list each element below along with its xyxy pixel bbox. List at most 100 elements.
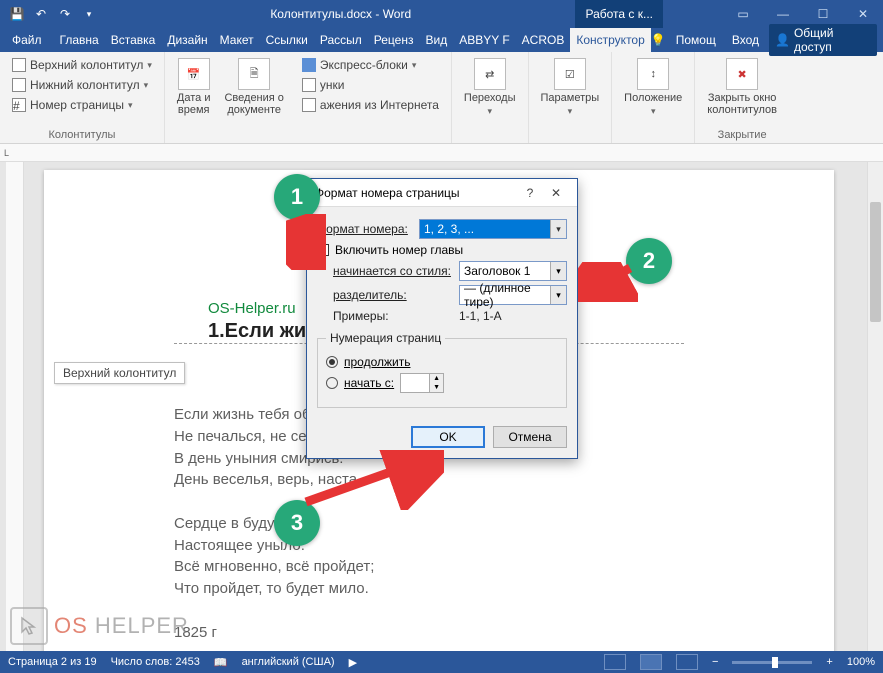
ribbon: Верхний колонтитул ▾ Нижний колонтитул ▾… xyxy=(0,52,883,144)
doc-info-button[interactable]: 🗎 Сведения о документе xyxy=(220,56,287,139)
save-icon[interactable]: 💾 xyxy=(6,3,28,25)
status-bar: Страница 2 из 19 Число слов: 2453 📖 англ… xyxy=(0,651,883,673)
undo-icon[interactable]: ↶ xyxy=(30,3,52,25)
position-button[interactable]: ↕Положение▾ xyxy=(620,56,686,139)
dialog-close-icon[interactable]: ✕ xyxy=(543,186,569,200)
print-layout-icon[interactable] xyxy=(640,654,662,670)
tab-layout[interactable]: Макет xyxy=(214,28,260,52)
online-pictures-button[interactable]: ажения из Интернета xyxy=(298,96,443,114)
examples-value: 1-1, 1-A xyxy=(459,309,502,323)
tab-abbyy[interactable]: ABBYY F xyxy=(453,28,515,52)
quick-parts-label: Экспресс-блоки xyxy=(320,58,408,72)
number-format-combo[interactable]: 1, 2, 3, ... ▾ xyxy=(419,219,567,239)
group-headers-footers: Верхний колонтитул ▾ Нижний колонтитул ▾… xyxy=(0,52,165,143)
dialog-titlebar[interactable]: Формат номера страницы ? ✕ xyxy=(307,179,577,207)
zoom-level[interactable]: 100% xyxy=(847,656,875,668)
include-chapter-checkbox[interactable]: ✓ xyxy=(317,244,329,256)
chapter-style-value: Заголовок 1 xyxy=(464,264,530,278)
zoom-slider[interactable] xyxy=(732,661,812,664)
read-mode-icon[interactable] xyxy=(604,654,626,670)
group-navigation: ⇄Переходы▾ xyxy=(452,52,529,143)
dialog-help-icon[interactable]: ? xyxy=(517,186,543,200)
dialog-title: Формат номера страницы xyxy=(315,186,460,200)
ribbon-tabs: Файл Главна Вставка Дизайн Макет Ссылки … xyxy=(0,28,883,52)
group-label-close: Закрытие xyxy=(703,127,781,141)
status-words[interactable]: Число слов: 2453 xyxy=(111,656,200,668)
ribbon-options-icon[interactable]: ▭ xyxy=(723,0,763,28)
site-text: OS-Helper.ru xyxy=(208,300,296,317)
date-label: Дата и время xyxy=(177,92,211,116)
pictures-button[interactable]: унки xyxy=(298,76,443,94)
zoom-in-icon[interactable]: + xyxy=(826,656,832,668)
signin-link[interactable]: Вход xyxy=(726,33,765,47)
tell-me-icon[interactable]: 💡 xyxy=(651,33,666,47)
qat-customize-icon[interactable]: ▾ xyxy=(78,3,100,25)
separator-label: разделитель: xyxy=(333,288,453,302)
horizontal-ruler[interactable]: L xyxy=(0,144,883,162)
chevron-down-icon[interactable]: ▾ xyxy=(550,286,566,304)
ok-button[interactable]: OK xyxy=(411,426,485,448)
examples-label: Примеры: xyxy=(333,309,453,323)
group-label-hf: Колонтитулы xyxy=(8,127,156,141)
chevron-down-icon[interactable]: ▾ xyxy=(550,220,566,238)
close-hf-icon: ✖ xyxy=(726,58,758,90)
footer-label: Нижний колонтитул xyxy=(30,78,140,92)
starts-with-label: начинается со стиля: xyxy=(333,264,453,278)
quick-parts-button[interactable]: Экспресс-блоки ▾ xyxy=(298,56,443,74)
tab-view[interactable]: Вид xyxy=(419,28,453,52)
vertical-ruler[interactable] xyxy=(6,162,24,651)
doc-heading: 1.Если жи xyxy=(208,320,306,343)
number-format-value: 1, 2, 3, ... xyxy=(424,222,474,236)
chapter-style-combo[interactable]: Заголовок 1 ▾ xyxy=(459,261,567,281)
continue-radio[interactable] xyxy=(326,356,338,368)
vertical-scrollbar[interactable] xyxy=(867,162,883,651)
status-page[interactable]: Страница 2 из 19 xyxy=(8,656,97,668)
header-button[interactable]: Верхний колонтитул ▾ xyxy=(8,56,156,74)
zoom-out-icon[interactable]: − xyxy=(712,656,718,668)
tab-home[interactable]: Главна xyxy=(54,28,105,52)
tab-review[interactable]: Реценз xyxy=(368,28,420,52)
tab-design[interactable]: Дизайн xyxy=(161,28,213,52)
start-at-radio[interactable] xyxy=(326,377,338,389)
fieldset-legend: Нумерация страниц xyxy=(326,331,445,345)
group-label-insert xyxy=(173,139,443,141)
page-number-button[interactable]: #Номер страницы ▾ xyxy=(8,96,156,114)
tab-constructor[interactable]: Конструктор xyxy=(570,28,650,52)
quick-access-toolbar: 💾 ↶ ↷ ▾ xyxy=(0,3,106,25)
annotation-bubble-3: 3 xyxy=(274,500,320,546)
page-number-format-dialog: Формат номера страницы ? ✕ Формат номера… xyxy=(306,178,578,459)
contextual-tab-label: Работа с к... xyxy=(575,0,663,28)
continue-label: продолжить xyxy=(344,355,410,369)
redo-icon[interactable]: ↷ xyxy=(54,3,76,25)
group-position: ↕Положение▾ xyxy=(612,52,695,143)
start-at-spinner[interactable]: ▲▼ xyxy=(400,373,444,393)
options-button[interactable]: ☑Параметры▾ xyxy=(537,56,604,139)
header-footer-tag: Верхний колонтитул xyxy=(54,362,185,384)
tab-mailings[interactable]: Рассыл xyxy=(314,28,368,52)
start-at-label: начать с: xyxy=(344,376,394,390)
share-label: Общий доступ xyxy=(794,26,871,54)
docinfo-icon: 🗎 xyxy=(238,58,270,90)
wm-helper: HELPER xyxy=(88,613,189,638)
chevron-down-icon[interactable]: ▾ xyxy=(550,262,566,280)
close-hf-button[interactable]: ✖Закрыть окно колонтитулов xyxy=(703,56,781,127)
tab-insert[interactable]: Вставка xyxy=(105,28,162,52)
proofing-icon[interactable]: 📖 xyxy=(214,656,228,669)
navigation-button[interactable]: ⇄Переходы▾ xyxy=(460,56,520,139)
tab-references[interactable]: Ссылки xyxy=(260,28,314,52)
date-time-button[interactable]: 📅 Дата и время xyxy=(173,56,215,139)
separator-combo[interactable]: — (длинное тире) ▾ xyxy=(459,285,567,305)
macro-icon[interactable]: ▶ xyxy=(349,656,357,669)
pictures-label: унки xyxy=(320,78,345,92)
cancel-button[interactable]: Отмена xyxy=(493,426,567,448)
spin-up-icon[interactable]: ▲ xyxy=(430,374,443,383)
spin-down-icon[interactable]: ▼ xyxy=(430,383,443,392)
annotation-bubble-1: 1 xyxy=(274,174,320,220)
tell-me-label[interactable]: Помощ xyxy=(670,33,722,47)
tab-acrobat[interactable]: ACROB xyxy=(516,28,571,52)
footer-button[interactable]: Нижний колонтитул ▾ xyxy=(8,76,156,94)
web-layout-icon[interactable] xyxy=(676,654,698,670)
status-language[interactable]: английский (США) xyxy=(242,656,335,668)
close-hf-label: Закрыть окно колонтитулов xyxy=(707,92,777,116)
tab-file[interactable]: Файл xyxy=(0,28,54,52)
